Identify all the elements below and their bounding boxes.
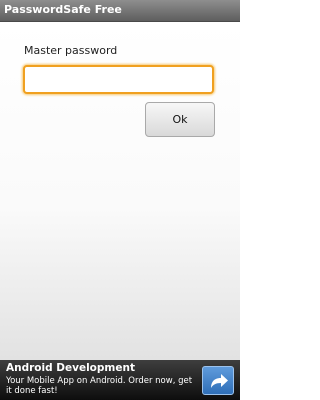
ad-action-button[interactable]: [202, 366, 234, 395]
share-arrow-icon: [211, 374, 228, 388]
master-password-label: Master password: [24, 44, 118, 57]
ad-title: Android Development: [6, 362, 135, 374]
master-password-input[interactable]: [23, 65, 214, 94]
login-panel: Master password Ok: [0, 22, 240, 360]
ad-body: Your Mobile App on Android. Order now, g…: [6, 376, 193, 396]
title-bar: PasswordSafe Free: [0, 0, 240, 22]
ok-button[interactable]: Ok: [145, 102, 215, 137]
app-title: PasswordSafe Free: [4, 3, 122, 16]
ad-banner[interactable]: Android Development Your Mobile App on A…: [0, 360, 240, 400]
